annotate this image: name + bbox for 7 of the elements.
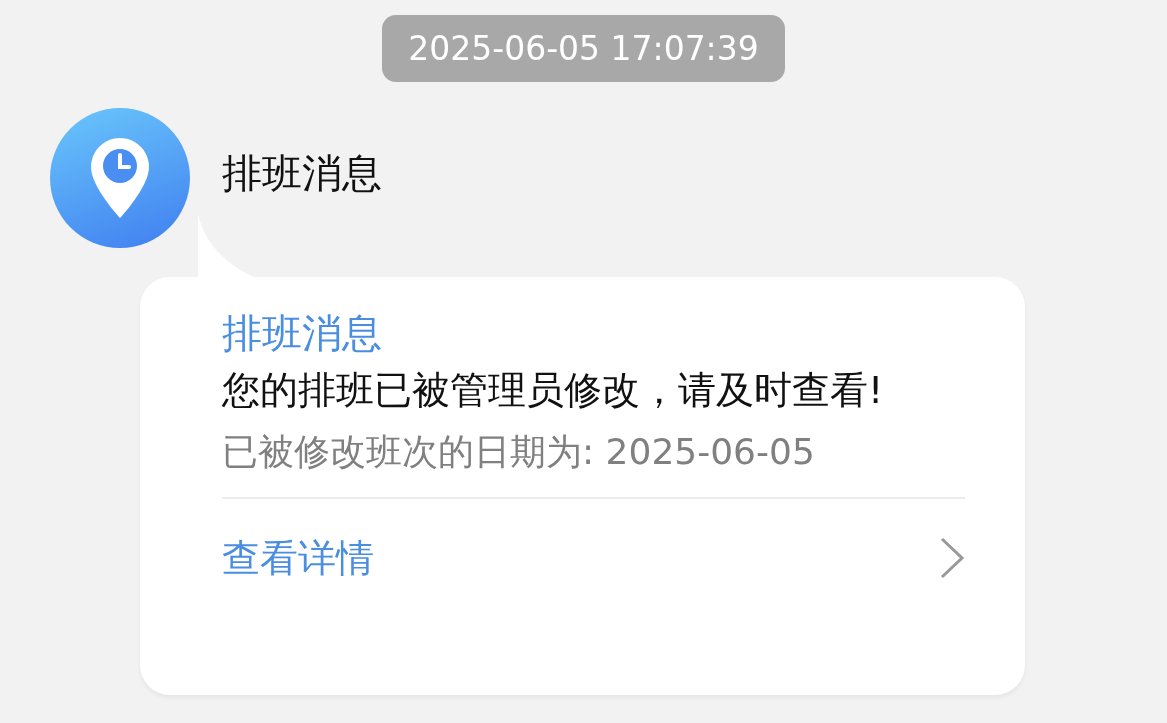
sender-name: 排班消息 [222, 148, 382, 198]
message-body: 您的排班已被管理员修改，请及时查看! [222, 367, 885, 413]
message-title: 排班消息 [222, 309, 383, 358]
message-detail: 已被修改班次的日期为: 2025-06-05 [222, 430, 816, 474]
chevron-right-icon [939, 536, 965, 580]
details-link[interactable]: 查看详情 [222, 532, 374, 584]
timestamp-label: 2025-06-05 17:07:39 [382, 15, 785, 82]
